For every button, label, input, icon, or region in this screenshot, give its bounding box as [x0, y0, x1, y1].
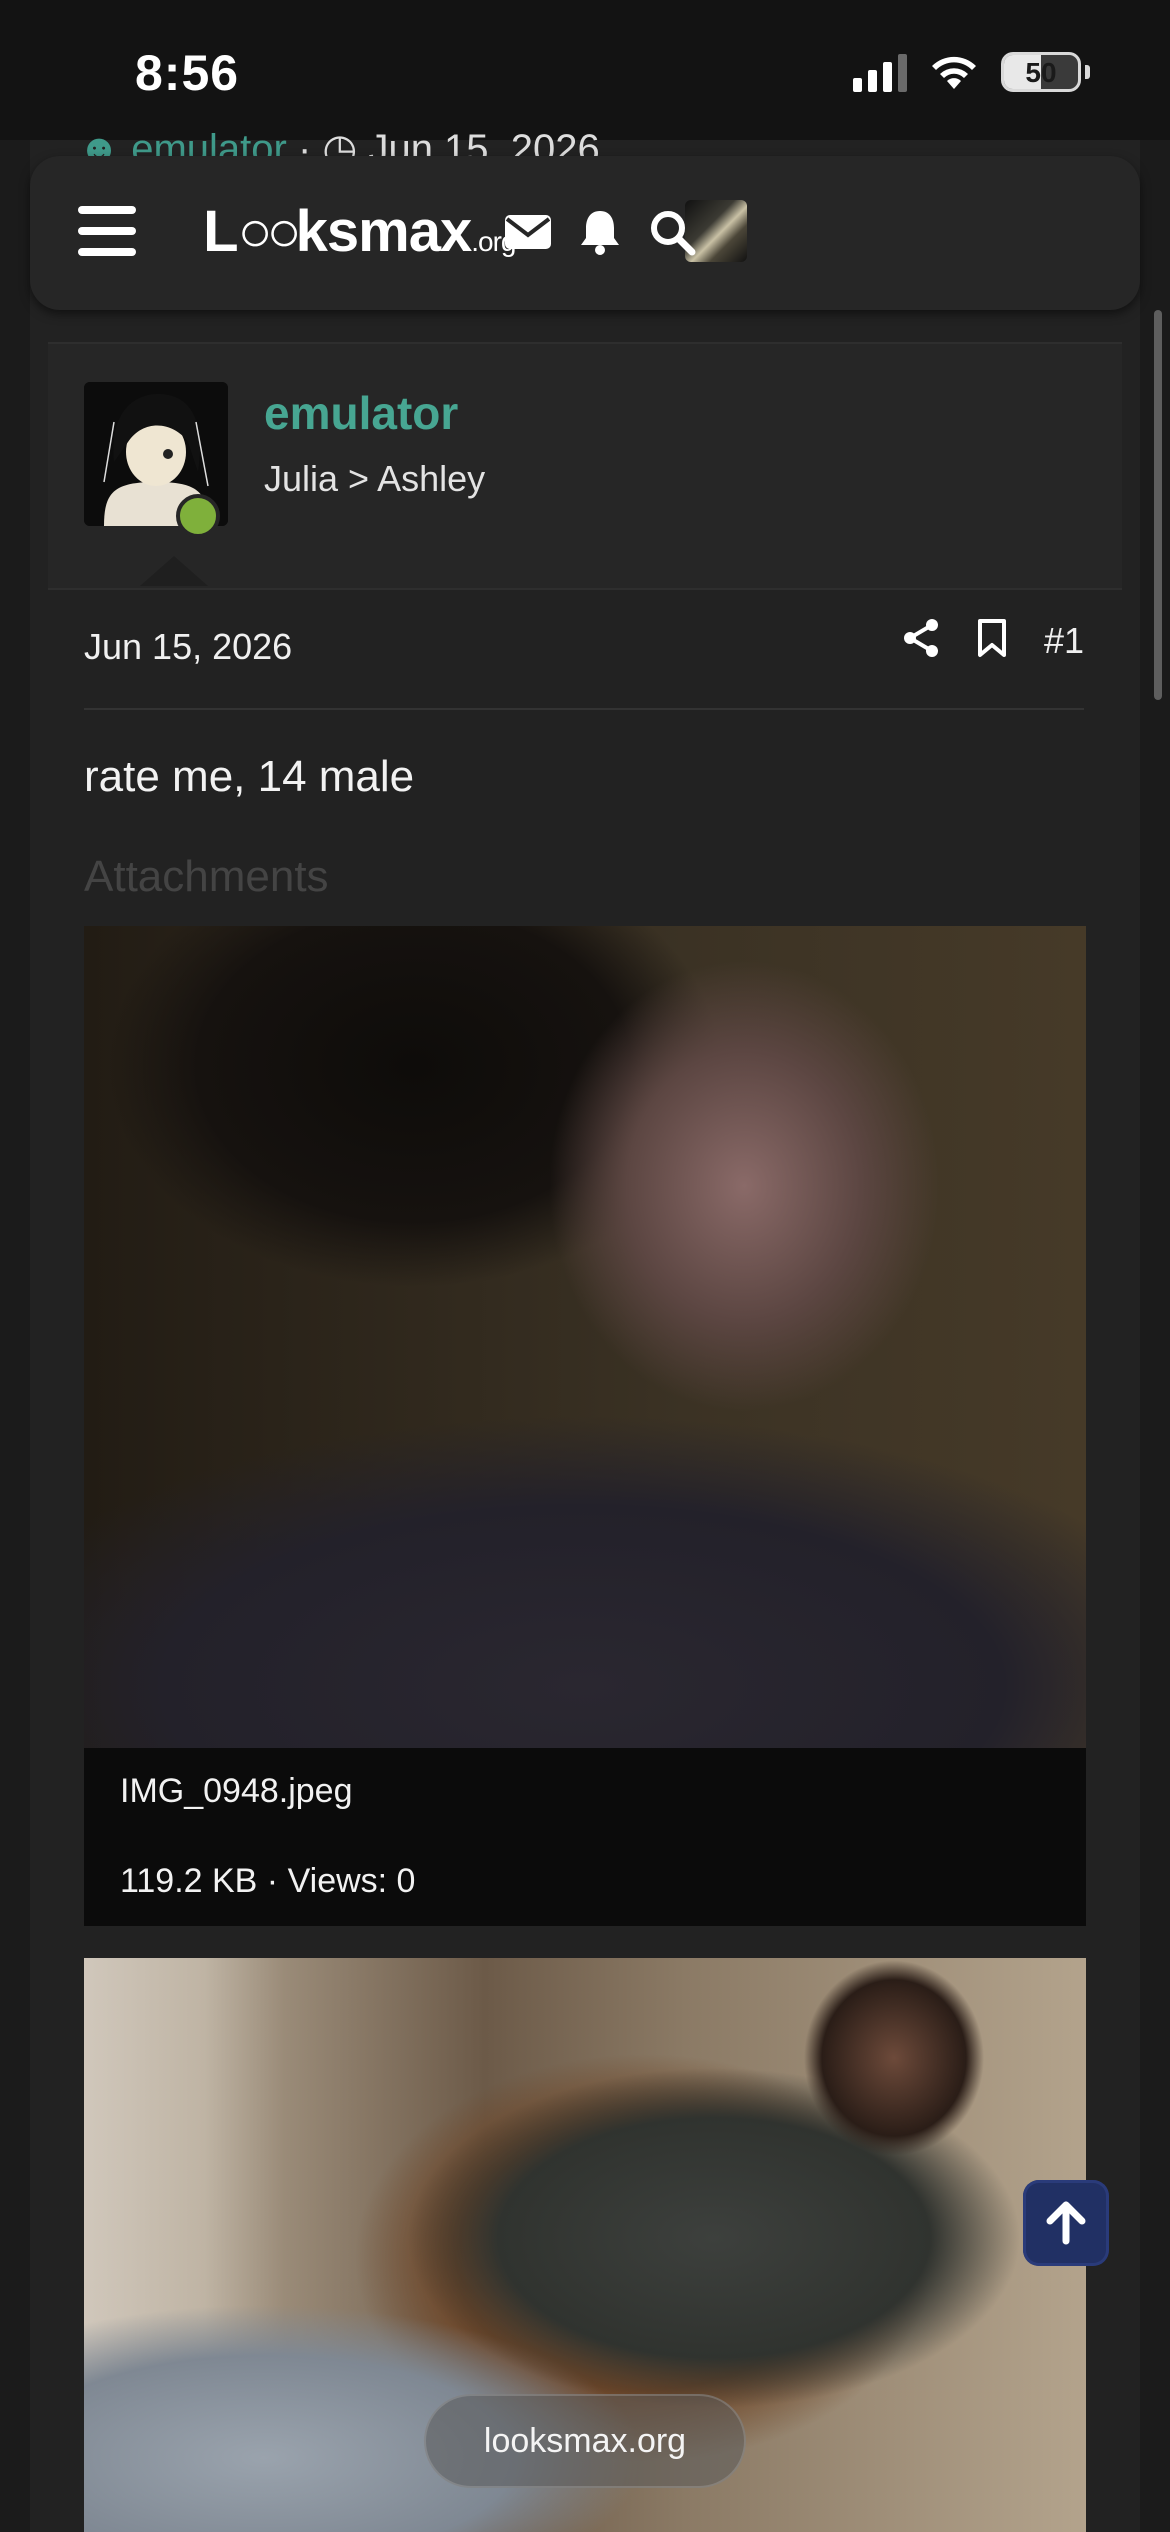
- user-title: Julia > Ashley: [264, 458, 486, 499]
- wifi-icon: [932, 56, 976, 89]
- battery-icon: 50: [1001, 52, 1081, 92]
- search-icon[interactable]: [644, 204, 700, 260]
- status-bar: 8:56 50: [0, 0, 1170, 140]
- status-icons: 50: [853, 52, 1090, 92]
- site-url-pill[interactable]: looksmax.org: [424, 2394, 746, 2488]
- online-status-indicator: [176, 494, 220, 538]
- post-date[interactable]: Jun 15, 2026: [84, 626, 292, 668]
- site-logo[interactable]: L○○ksmax.org: [188, 198, 516, 265]
- envelope-icon[interactable]: [500, 204, 556, 260]
- post-number-link[interactable]: #1: [1044, 620, 1084, 662]
- status-time: 8:56: [135, 45, 240, 101]
- username-link[interactable]: emulator: [264, 386, 458, 440]
- bookmark-icon[interactable]: [976, 618, 1008, 663]
- cellular-signal-icon: [853, 52, 907, 92]
- battery-nub: [1085, 65, 1090, 79]
- site-header: L○○ksmax.org: [30, 156, 1140, 310]
- arrow-up-icon: [1046, 2201, 1086, 2245]
- scrollbar[interactable]: [1154, 310, 1162, 700]
- attachment-image[interactable]: [84, 926, 1086, 1748]
- attachment-filename[interactable]: IMG_0948.jpeg: [120, 1772, 353, 1811]
- attachment-meta: 119.2 KB · Views: 0: [120, 1862, 416, 1900]
- post-divider: [84, 708, 1084, 710]
- attachment-card[interactable]: IMG_0948.jpeg 119.2 KB · Views: 0: [84, 926, 1086, 1926]
- post-body-text: rate me, 14 male: [84, 752, 415, 801]
- battery-percent: 50: [1025, 57, 1057, 88]
- menu-icon[interactable]: [78, 206, 136, 256]
- attachments-heading: Attachments: [84, 852, 329, 901]
- message-arrow: [140, 556, 208, 586]
- logo-text: L○○ksmax: [203, 199, 472, 264]
- bell-icon[interactable]: [572, 204, 628, 260]
- share-icon[interactable]: [902, 618, 940, 663]
- back-to-top-button[interactable]: [1023, 2180, 1109, 2266]
- post-actions: #1: [902, 618, 1084, 663]
